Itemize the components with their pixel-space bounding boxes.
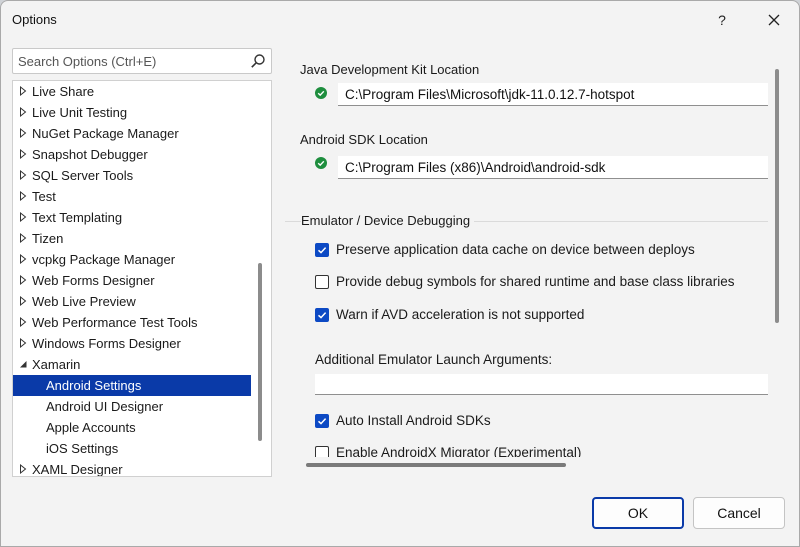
tree-item-label: Web Forms Designer: [32, 273, 155, 288]
tree-item-web-performance-test-tools[interactable]: Web Performance Test Tools: [13, 312, 251, 333]
sdk-path-field[interactable]: C:\Program Files (x86)\Android\android-s…: [338, 156, 768, 179]
expand-arrow-icon[interactable]: [18, 233, 28, 243]
tree-item-label: Android Settings: [46, 378, 142, 393]
tree-item-nuget-package-manager[interactable]: NuGet Package Manager: [13, 123, 251, 144]
tree-item-live-share[interactable]: Live Share: [13, 81, 251, 102]
jdk-path-field[interactable]: C:\Program Files\Microsoft\jdk-11.0.12.7…: [338, 83, 768, 106]
tree-item-label: SQL Server Tools: [32, 168, 134, 183]
tree-item-web-live-preview[interactable]: Web Live Preview: [13, 291, 251, 312]
tree-item-label: Live Share: [32, 84, 95, 99]
help-button[interactable]: ?: [705, 7, 739, 33]
expand-arrow-icon[interactable]: [18, 86, 28, 96]
expand-arrow-icon[interactable]: [18, 464, 28, 474]
dialog-title: Options: [12, 12, 57, 27]
tree-item-label: Apple Accounts: [46, 420, 136, 435]
title-bar: Options ?: [1, 1, 799, 39]
tree-item-label: Web Live Preview: [32, 294, 136, 309]
ok-button[interactable]: OK: [592, 497, 684, 529]
tree-item-label: Android UI Designer: [46, 399, 164, 414]
tree-item-label: Web Performance Test Tools: [32, 315, 198, 330]
expand-arrow-icon[interactable]: [18, 317, 28, 327]
auto-install-sdks-checkbox[interactable]: [315, 414, 329, 428]
tree-item-label: Test: [32, 189, 56, 204]
expand-arrow-icon[interactable]: [18, 275, 28, 285]
jdk-location-label: Java Development Kit Location: [300, 62, 480, 77]
tree-scrollbar[interactable]: [258, 263, 262, 441]
expand-arrow-icon[interactable]: [18, 254, 28, 264]
tree-item-ios-settings[interactable]: iOS Settings: [13, 438, 251, 459]
tree-item-tizen[interactable]: Tizen: [13, 228, 251, 249]
tree-item-label: vcpkg Package Manager: [32, 252, 176, 267]
tree-item-xamarin[interactable]: Xamarin: [13, 354, 251, 375]
expand-arrow-icon[interactable]: [18, 338, 28, 348]
tree-item-xaml-designer[interactable]: XAML Designer: [13, 459, 251, 477]
close-button[interactable]: [757, 7, 791, 33]
close-icon: [768, 14, 780, 26]
settings-vertical-scrollbar[interactable]: [775, 69, 779, 323]
avd-warning-checkbox[interactable]: [315, 308, 329, 322]
tree-item-sql-server-tools[interactable]: SQL Server Tools: [13, 165, 251, 186]
sdk-location-label: Android SDK Location: [300, 132, 428, 147]
expand-arrow-icon[interactable]: [18, 191, 28, 201]
expand-arrow-icon[interactable]: [18, 107, 28, 117]
tree-item-apple-accounts[interactable]: Apple Accounts: [13, 417, 251, 438]
checkmark-icon: [317, 247, 327, 254]
tree-item-vcpkg-package-manager[interactable]: vcpkg Package Manager: [13, 249, 251, 270]
emulator-args-input[interactable]: [315, 374, 768, 395]
search-icon[interactable]: [250, 53, 266, 69]
tree-item-windows-forms-designer[interactable]: Windows Forms Designer: [13, 333, 251, 354]
cancel-button[interactable]: Cancel: [693, 497, 785, 529]
tree-item-label: iOS Settings: [46, 441, 119, 456]
search-input[interactable]: [13, 49, 245, 73]
tree-item-label: Windows Forms Designer: [32, 336, 181, 351]
tree-item-label: Text Templating: [32, 210, 123, 225]
expand-arrow-icon[interactable]: [18, 296, 28, 306]
expand-arrow-icon[interactable]: [18, 170, 28, 180]
checkbox-label: Warn if AVD acceleration is not supporte…: [336, 307, 585, 322]
emulator-section-title: Emulator / Device Debugging: [301, 213, 475, 228]
tree-item-label: Tizen: [32, 231, 64, 246]
tree-item-android-settings[interactable]: Android Settings: [13, 375, 251, 396]
tree-item-text-templating[interactable]: Text Templating: [13, 207, 251, 228]
debug-symbols-checkbox[interactable]: [315, 275, 329, 289]
checkmark-icon: [317, 418, 327, 425]
search-box: [12, 48, 272, 74]
options-tree: Live Share Live Unit Testing NuGet Packa…: [12, 80, 272, 477]
tree-item-web-forms-designer[interactable]: Web Forms Designer: [13, 270, 251, 291]
collapse-arrow-icon[interactable]: [18, 359, 28, 369]
tree-item-label: Xamarin: [32, 357, 81, 372]
tree-item-live-unit-testing[interactable]: Live Unit Testing: [13, 102, 251, 123]
valid-check-icon: [315, 157, 327, 169]
tree-item-label: Snapshot Debugger: [32, 147, 148, 162]
expand-arrow-icon[interactable]: [18, 212, 28, 222]
tree-item-label: XAML Designer: [32, 462, 123, 477]
tree-item-snapshot-debugger[interactable]: Snapshot Debugger: [13, 144, 251, 165]
emulator-args-label: Additional Emulator Launch Arguments:: [315, 352, 553, 367]
checkbox-label: Provide debug symbols for shared runtime…: [336, 274, 735, 289]
content-clip: [281, 457, 791, 461]
checkbox-label: Preserve application data cache on devic…: [336, 242, 695, 257]
preserve-cache-checkbox[interactable]: [315, 243, 329, 257]
tree-item-android-ui-designer[interactable]: Android UI Designer: [13, 396, 251, 417]
checkmark-icon: [317, 312, 327, 319]
expand-arrow-icon[interactable]: [18, 128, 28, 138]
options-dialog: Options ? Live Share Live Unit Testing N…: [0, 0, 800, 547]
checkbox-label: Auto Install Android SDKs: [336, 413, 491, 428]
settings-horizontal-scrollbar[interactable]: [306, 463, 566, 467]
tree-item-label: Live Unit Testing: [32, 105, 128, 120]
tree-item-test[interactable]: Test: [13, 186, 251, 207]
tree-item-label: NuGet Package Manager: [32, 126, 179, 141]
expand-arrow-icon[interactable]: [18, 149, 28, 159]
valid-check-icon: [315, 87, 327, 99]
